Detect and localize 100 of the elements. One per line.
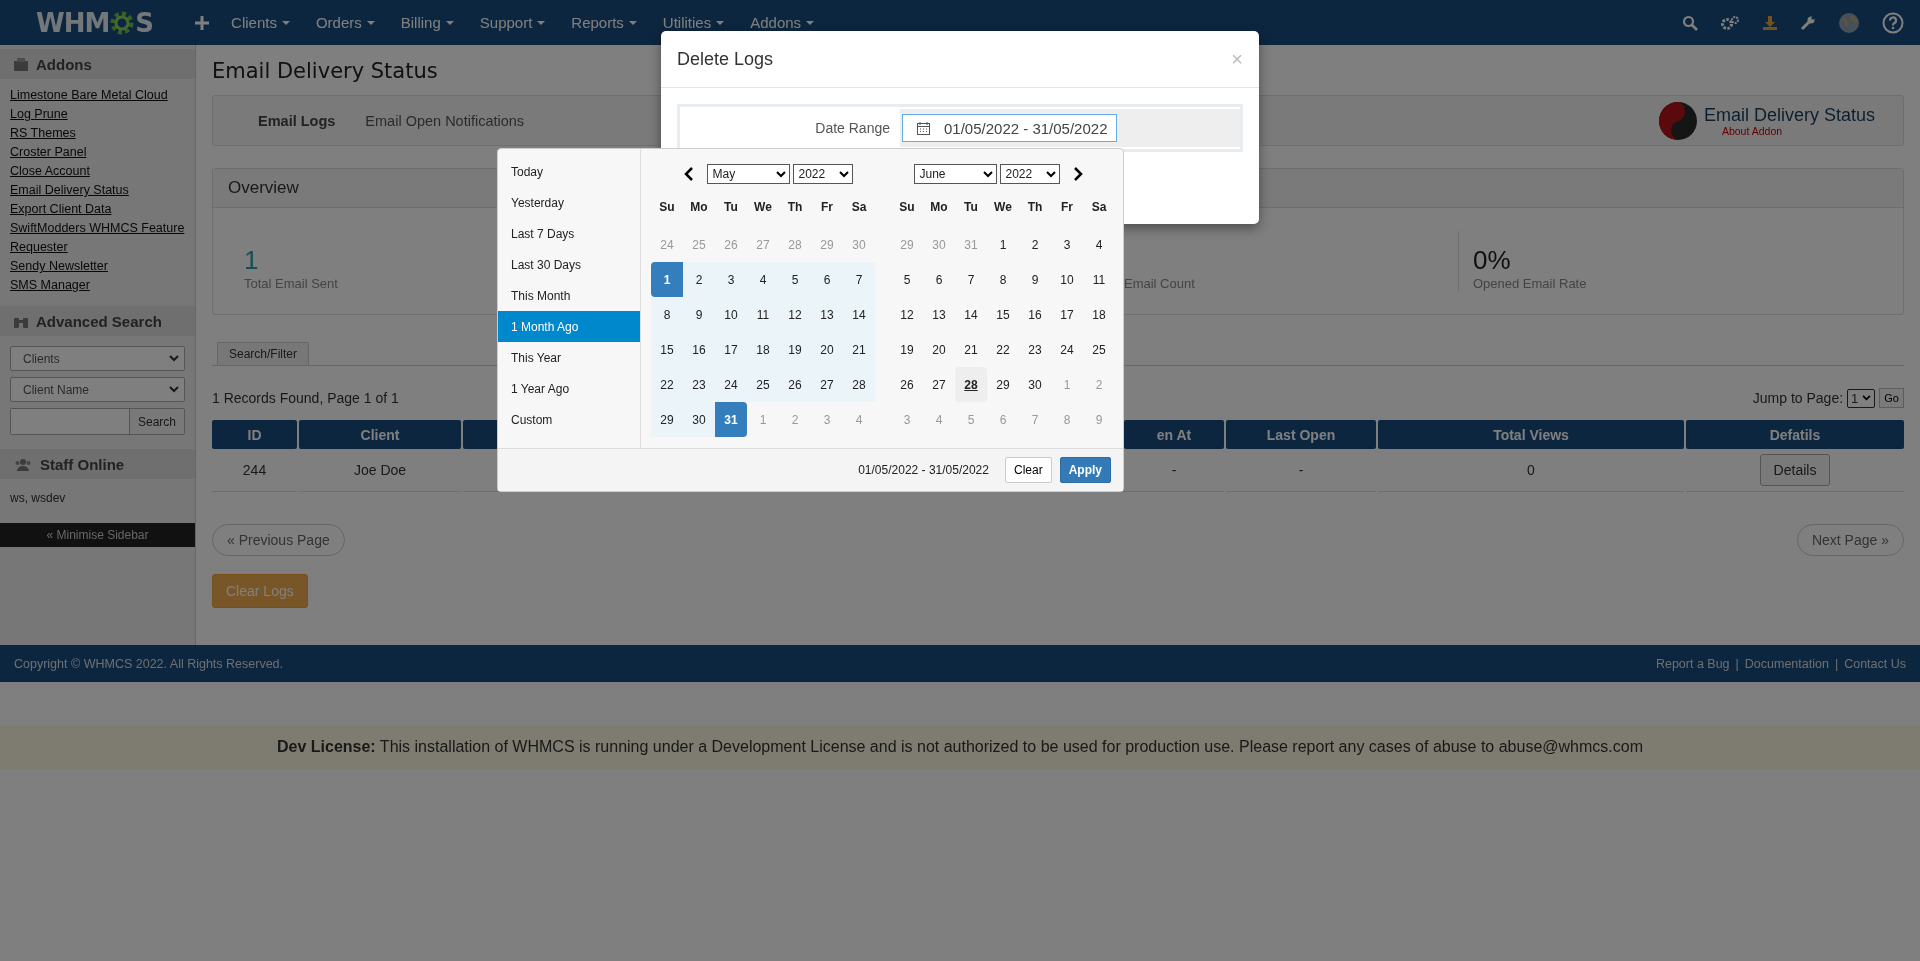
- nav-menu-item[interactable]: Reports: [571, 14, 637, 31]
- calendar-day[interactable]: 25: [747, 367, 779, 402]
- sidebar-link[interactable]: SwiftModders WHMCS Feature Requester: [10, 219, 185, 257]
- calendar-day[interactable]: 23: [683, 367, 715, 402]
- calendar-day[interactable]: 10: [1051, 262, 1083, 297]
- calendar-day[interactable]: 2: [683, 262, 715, 297]
- nav-menu-item[interactable]: Billing: [400, 14, 454, 31]
- globe-icon[interactable]: [1838, 11, 1860, 34]
- calendar-day[interactable]: 14: [843, 297, 875, 332]
- calendar-day[interactable]: 8: [651, 297, 683, 332]
- calendar-day[interactable]: 6: [923, 262, 955, 297]
- calendar-day[interactable]: 24: [1051, 332, 1083, 367]
- calendar-day[interactable]: 4: [1083, 227, 1115, 262]
- sidebar-link[interactable]: Close Account: [10, 162, 185, 181]
- download-icon[interactable]: [1762, 14, 1778, 31]
- calendar-day[interactable]: 27: [923, 367, 955, 402]
- sidebar-link[interactable]: SMS Manager: [10, 276, 185, 295]
- calendar-day[interactable]: 28: [843, 367, 875, 402]
- calendar-day[interactable]: 1: [651, 262, 683, 297]
- help-icon[interactable]: [1882, 11, 1904, 34]
- calendar-day[interactable]: 19: [779, 332, 811, 367]
- calendar-day[interactable]: 3: [715, 262, 747, 297]
- range-option[interactable]: 1 Month Ago: [498, 311, 640, 342]
- calendar-day[interactable]: 22: [987, 332, 1019, 367]
- select-field[interactable]: Client Name: [10, 377, 185, 402]
- calendar-day[interactable]: 1: [987, 227, 1019, 262]
- calendar-day[interactable]: 9: [683, 297, 715, 332]
- calendar-day[interactable]: 21: [955, 332, 987, 367]
- calendar-day[interactable]: 20: [811, 332, 843, 367]
- calendar-day[interactable]: 26: [779, 367, 811, 402]
- calendar-day[interactable]: 14: [955, 297, 987, 332]
- wrench-icon[interactable]: [1800, 14, 1816, 31]
- calendar-day[interactable]: 26: [891, 367, 923, 402]
- nav-menu-item[interactable]: Clients: [231, 14, 290, 31]
- sidebar-link[interactable]: Croster Panel: [10, 143, 185, 162]
- details-button[interactable]: Details: [1759, 454, 1831, 486]
- calendar-day[interactable]: 12: [779, 297, 811, 332]
- calendar-day[interactable]: 15: [987, 297, 1019, 332]
- next-month-icon[interactable]: [1072, 167, 1083, 181]
- month-select[interactable]: June: [913, 164, 997, 184]
- nav-menu-item[interactable]: Orders: [315, 14, 375, 31]
- range-option[interactable]: This Month: [498, 280, 640, 311]
- calendar-day[interactable]: 21: [843, 332, 875, 367]
- tab[interactable]: Email Logs: [258, 112, 336, 129]
- date-range-field[interactable]: 01/05/2022 - 31/05/2022: [902, 114, 1117, 142]
- select-field[interactable]: Clients: [10, 346, 185, 371]
- calendar-day[interactable]: 25: [1083, 332, 1115, 367]
- sidebar-link[interactable]: Log Prune: [10, 105, 185, 124]
- calendar-day[interactable]: 16: [1019, 297, 1051, 332]
- calendar-day[interactable]: 8: [987, 262, 1019, 297]
- calendar-day[interactable]: 11: [1083, 262, 1115, 297]
- calendar-day[interactable]: 24: [715, 367, 747, 402]
- go-button[interactable]: Go: [1879, 388, 1904, 408]
- previous-month-icon[interactable]: [683, 167, 694, 181]
- calendar-day[interactable]: 15: [651, 332, 683, 367]
- nav-menu-item[interactable]: Addons: [750, 14, 815, 31]
- month-select[interactable]: May: [706, 164, 790, 184]
- calendar-day[interactable]: 6: [811, 262, 843, 297]
- search-filter-tab[interactable]: Search/Filter: [217, 342, 310, 365]
- calendar-day[interactable]: 11: [747, 297, 779, 332]
- nav-menu-item[interactable]: Support: [479, 14, 546, 31]
- calendar-day[interactable]: 29: [651, 402, 683, 437]
- calendar-day[interactable]: 30: [683, 402, 715, 437]
- sidebar-link[interactable]: Email Delivery Status: [10, 181, 185, 200]
- calendar-day[interactable]: 17: [1051, 297, 1083, 332]
- calendar-day[interactable]: 12: [891, 297, 923, 332]
- addon-logo-icon[interactable]: [1657, 100, 1698, 141]
- range-option[interactable]: 1 Year Ago: [498, 373, 640, 404]
- calendar-day[interactable]: 17: [715, 332, 747, 367]
- calendar-day[interactable]: 20: [923, 332, 955, 367]
- plus-icon[interactable]: [195, 15, 210, 30]
- calendar-day[interactable]: 5: [779, 262, 811, 297]
- search-field[interactable]: [11, 409, 130, 434]
- apply-button[interactable]: Apply: [1059, 457, 1111, 483]
- range-option[interactable]: Custom: [498, 404, 640, 435]
- year-select[interactable]: 2022: [792, 164, 853, 184]
- page-select[interactable]: 1: [1847, 388, 1876, 408]
- calendar-day[interactable]: 10: [715, 297, 747, 332]
- sidebar-link[interactable]: Limestone Bare Metal Cloud: [10, 86, 185, 105]
- calendar-day[interactable]: 23: [1019, 332, 1051, 367]
- calendar-day[interactable]: 18: [747, 332, 779, 367]
- calendar-day[interactable]: 9: [1019, 262, 1051, 297]
- calendar-day[interactable]: 7: [955, 262, 987, 297]
- calendar-day[interactable]: 13: [923, 297, 955, 332]
- calendar-day[interactable]: 27: [811, 367, 843, 402]
- calendar-day[interactable]: 19: [891, 332, 923, 367]
- search-icon[interactable]: [1682, 14, 1698, 31]
- calendar-day[interactable]: 7: [843, 262, 875, 297]
- calendar-day[interactable]: 22: [651, 367, 683, 402]
- range-option[interactable]: Last 30 Days: [498, 249, 640, 280]
- gears-icon[interactable]: [1720, 14, 1740, 31]
- range-option[interactable]: This Year: [498, 342, 640, 373]
- calendar-day[interactable]: 30: [1019, 367, 1051, 402]
- calendar-day[interactable]: 13: [811, 297, 843, 332]
- year-select[interactable]: 2022: [999, 164, 1060, 184]
- calendar-day[interactable]: 2: [1019, 227, 1051, 262]
- sidebar-link[interactable]: Export Client Data: [10, 200, 185, 219]
- clear-button[interactable]: Clear: [1004, 457, 1052, 483]
- range-option[interactable]: Last 7 Days: [498, 218, 640, 249]
- nav-menu-item[interactable]: Utilities: [662, 14, 725, 31]
